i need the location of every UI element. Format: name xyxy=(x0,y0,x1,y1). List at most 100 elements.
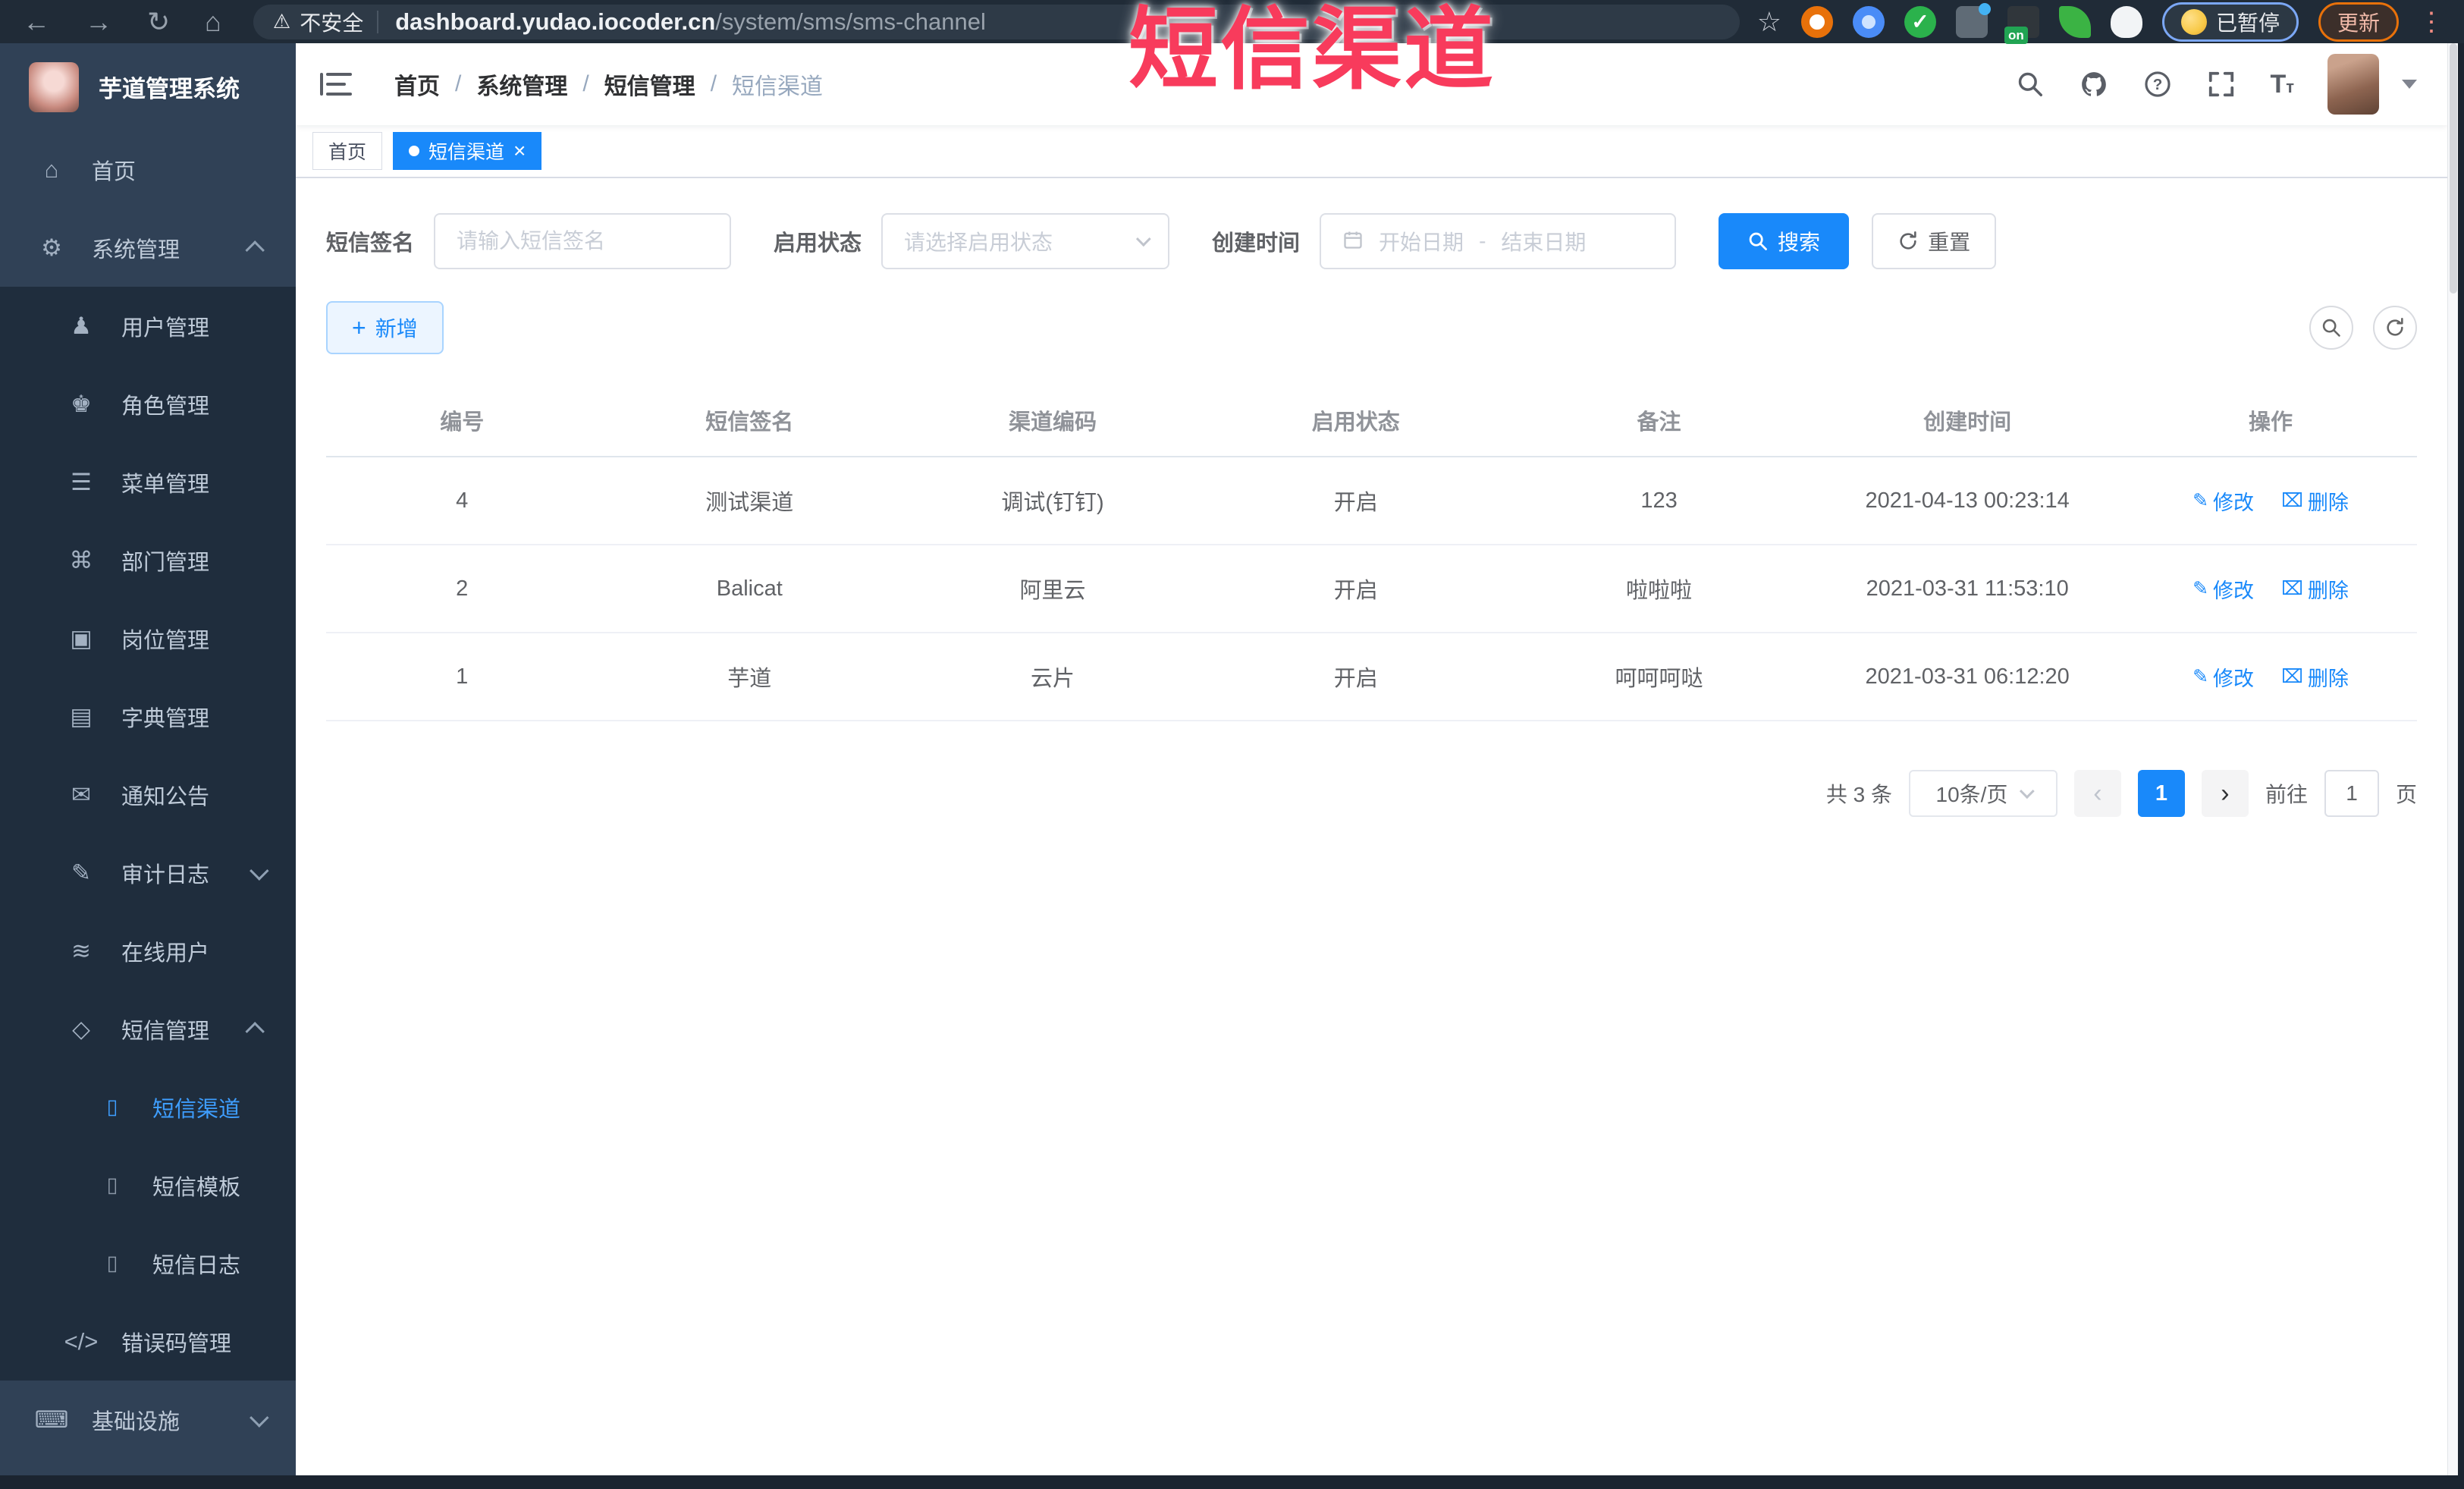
add-button[interactable]: + 新增 xyxy=(326,301,444,354)
search-button[interactable]: 搜索 xyxy=(1719,213,1850,269)
scrollbar-thumb[interactable] xyxy=(2450,43,2457,294)
page-size-value: 10条/页 xyxy=(1935,783,2008,806)
cell-status: 开启 xyxy=(1204,633,1508,721)
extension-ghost-icon[interactable] xyxy=(2110,5,2142,38)
sidebar-item-sms-template[interactable]: ▯ 短信模板 xyxy=(0,1146,296,1224)
extension-tabs-icon[interactable] xyxy=(1955,2,1991,38)
sidebar-item-home[interactable]: ⌂ 首页 xyxy=(0,130,296,209)
extension-orange-icon[interactable] xyxy=(1800,5,1833,38)
edit-link[interactable]: ✎ 修改 xyxy=(2192,574,2254,604)
tab-label: 首页 xyxy=(328,142,367,163)
breadcrumb-home[interactable]: 首页 xyxy=(394,68,440,101)
dictionary-icon: ▤ xyxy=(70,702,93,730)
signature-label: 短信签名 xyxy=(326,231,415,256)
sidebar-item-sms[interactable]: ◇ 短信管理 xyxy=(0,990,296,1068)
goto-page-input[interactable] xyxy=(2324,770,2379,817)
sidebar-item-departments[interactable]: ⌘ 部门管理 xyxy=(0,521,296,599)
edit-link[interactable]: ✎ 修改 xyxy=(2192,486,2254,516)
sidebar-item-sms-channel[interactable]: ▯ 短信渠道 xyxy=(0,1068,296,1146)
sidebar-item-error-code[interactable]: </> 错误码管理 xyxy=(0,1302,296,1381)
prev-page-button[interactable]: ‹ xyxy=(2073,770,2121,817)
cell-code: 云片 xyxy=(901,633,1204,721)
goto-page-field[interactable] xyxy=(2325,771,2378,815)
sidebar-item-sms-log[interactable]: ▯ 短信日志 xyxy=(0,1224,296,1302)
user-avatar[interactable] xyxy=(2327,54,2379,115)
sidebar-item-infrastructure[interactable]: ⌨ 基础设施 xyxy=(0,1381,296,1459)
sidebar-item-label: 岗位管理 xyxy=(121,628,210,653)
extension-pin-icon[interactable] xyxy=(1852,5,1885,38)
reset-button[interactable]: 重置 xyxy=(1872,213,1997,269)
status-select[interactable]: 请选择启用状态 xyxy=(881,213,1170,269)
sidebar-item-audit-log[interactable]: ✎ 审计日志 xyxy=(0,834,296,912)
help-icon[interactable]: ? xyxy=(2142,69,2173,99)
bookmark-star-icon[interactable]: ☆ xyxy=(1757,6,1781,38)
tab-label: 短信渠道 xyxy=(428,142,505,163)
tab-home[interactable]: 首页 xyxy=(312,132,383,170)
address-bar[interactable]: ⚠ 不安全 dashboard.yudao.iocoder.cn /system… xyxy=(253,4,1740,39)
font-size-icon[interactable]: Tт xyxy=(2270,70,2294,99)
date-range-picker[interactable]: 开始日期 - 结束日期 xyxy=(1320,213,1677,269)
sidebar-item-label: 短信模板 xyxy=(152,1175,241,1200)
hamburger-icon[interactable] xyxy=(320,71,352,97)
sidebar-item-dict[interactable]: ▤ 字典管理 xyxy=(0,677,296,755)
table-toolbar: + 新增 xyxy=(326,301,2417,354)
delete-link[interactable]: ⌧ 删除 xyxy=(2281,574,2349,604)
url-path: /system/sms/sms-channel xyxy=(715,8,986,35)
breadcrumb-system[interactable]: 系统管理 xyxy=(476,68,567,101)
filter-form: 短信签名 启用状态 请选择启用状态 创建时间 开始日期 xyxy=(326,213,2417,269)
sidebar-item-users[interactable]: ♟ 用户管理 xyxy=(0,287,296,365)
col-code: 渠道编码 xyxy=(901,385,1204,457)
avatar-caret-icon[interactable] xyxy=(2402,80,2417,89)
cell-signature: 测试渠道 xyxy=(598,457,902,545)
edit-label: 修改 xyxy=(2213,667,2255,690)
sidebar-item-system[interactable]: ⚙ 系统管理 xyxy=(0,209,296,287)
header-search-icon[interactable] xyxy=(2015,69,2045,99)
breadcrumb-separator: / xyxy=(455,71,462,96)
cell-signature: 芋道 xyxy=(598,633,902,721)
breadcrumb: 首页 / 系统管理 / 短信管理 / 短信渠道 xyxy=(394,68,823,101)
fullscreen-icon[interactable] xyxy=(2206,69,2236,99)
refresh-table-button[interactable] xyxy=(2373,306,2417,350)
browser-forward-icon[interactable]: → xyxy=(85,8,112,36)
next-page-button[interactable]: › xyxy=(2201,770,2249,817)
app-logo[interactable]: 芋道管理系统 xyxy=(0,43,296,130)
browser-menu-icon[interactable]: ⋮ xyxy=(2418,7,2446,37)
sidebar-item-roles[interactable]: ♚ 角色管理 xyxy=(0,365,296,443)
window-scrollbar[interactable] xyxy=(2447,43,2458,1475)
delete-link[interactable]: ⌧ 删除 xyxy=(2281,486,2349,516)
profile-paused-badge[interactable]: 已暂停 xyxy=(2161,2,2299,42)
current-page-button[interactable]: 1 xyxy=(2137,770,2185,817)
cell-signature: Balicat xyxy=(598,545,902,633)
breadcrumb-sms[interactable]: 短信管理 xyxy=(604,68,695,101)
extension-leaf-icon[interactable] xyxy=(2058,5,2091,38)
extension-check-icon[interactable]: ✓ xyxy=(1904,5,1936,38)
github-icon[interactable] xyxy=(2079,69,2109,99)
signature-input-field[interactable] xyxy=(457,229,709,253)
browser-home-icon[interactable]: ⌂ xyxy=(205,8,221,36)
sidebar-item-label: 首页 xyxy=(92,159,137,184)
chevron-up-icon xyxy=(245,240,265,260)
cell-created: 2021-03-31 06:12:20 xyxy=(1810,633,2124,721)
status-placeholder: 请选择启用状态 xyxy=(904,231,1053,254)
edit-link[interactable]: ✎ 修改 xyxy=(2192,662,2254,692)
calendar-icon xyxy=(1342,229,1364,254)
sidebar-item-label: 通知公告 xyxy=(121,784,210,809)
close-tab-icon[interactable]: × xyxy=(513,140,526,162)
sidebar-item-menus[interactable]: ☰ 菜单管理 xyxy=(0,443,296,521)
sidebar-item-posts[interactable]: ▣ 岗位管理 xyxy=(0,599,296,677)
browser-reload-icon[interactable]: ↻ xyxy=(147,8,170,36)
sidebar-item-online-users[interactable]: ≋ 在线用户 xyxy=(0,912,296,990)
sidebar: 芋道管理系统 ⌂ 首页 ⚙ 系统管理 ♟ 用户管理 ♚ 角色管理 ☰ 菜单管理 xyxy=(0,43,296,1475)
signature-input[interactable] xyxy=(434,213,732,269)
extension-switch-icon[interactable]: on xyxy=(2004,5,2039,44)
edit-label: 修改 xyxy=(2213,491,2255,514)
delete-link[interactable]: ⌧ 删除 xyxy=(2281,662,2349,692)
breadcrumb-separator: / xyxy=(710,71,717,96)
tab-sms-channel[interactable]: 短信渠道 × xyxy=(393,132,542,170)
chrome-update-button[interactable]: 更新 xyxy=(2318,2,2399,42)
document-icon: ▯ xyxy=(106,1173,118,1196)
page-size-select[interactable]: 10条/页 xyxy=(1908,770,2058,817)
sidebar-item-notice[interactable]: ✉ 通知公告 xyxy=(0,755,296,834)
browser-back-icon[interactable]: ← xyxy=(23,8,50,36)
toggle-search-button[interactable] xyxy=(2309,306,2353,350)
